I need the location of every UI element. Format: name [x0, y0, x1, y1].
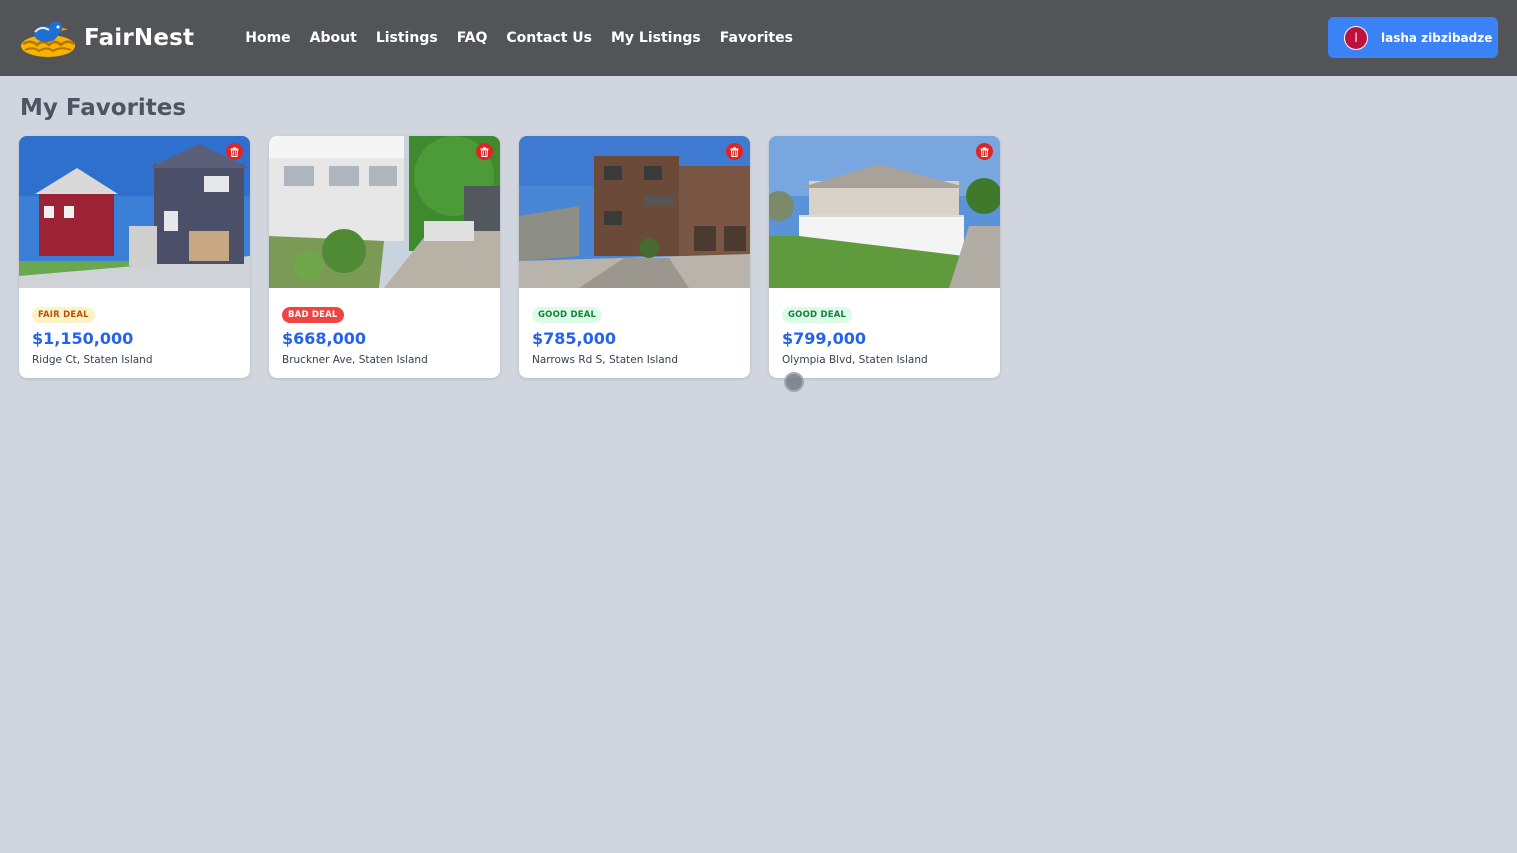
listing-photo: [519, 136, 750, 288]
nav-links: Home About Listings FAQ Contact Us My Li…: [245, 30, 812, 46]
listing-price: $799,000: [782, 329, 867, 348]
top-navbar: FairNest Home About Listings FAQ Contact…: [0, 0, 1517, 76]
remove-favorite-button[interactable]: [726, 143, 743, 160]
card-body: GOOD DEAL $799,000 Olympia Blvd, Staten …: [769, 288, 1000, 366]
brand-link[interactable]: FairNest: [19, 17, 194, 59]
listing-price: $668,000: [282, 329, 367, 348]
listing-price: $1,150,000: [32, 329, 134, 348]
favorite-card[interactable]: GOOD DEAL $785,000 Narrows Rd S, Staten …: [519, 136, 750, 378]
listing-address: Bruckner Ave, Staten Island: [282, 354, 428, 366]
trash-icon: [480, 146, 489, 157]
remove-favorite-button[interactable]: [976, 143, 993, 160]
brand-name: FairNest: [84, 25, 195, 51]
user-menu-button[interactable]: l lasha zibzibadze: [1328, 17, 1498, 58]
listing-address: Olympia Blvd, Staten Island: [782, 354, 928, 366]
nav-home[interactable]: Home: [245, 30, 290, 46]
listing-photo: [769, 136, 1000, 288]
trash-icon: [730, 146, 739, 157]
listing-price: $785,000: [532, 329, 617, 348]
nav-about[interactable]: About: [310, 30, 357, 46]
nav-faq[interactable]: FAQ: [457, 30, 488, 46]
listing-photo: [19, 136, 250, 288]
card-body: FAIR DEAL $1,150,000 Ridge Ct, Staten Is…: [19, 288, 250, 366]
user-name: lasha zibzibadze: [1381, 30, 1493, 45]
deal-badge: GOOD DEAL: [532, 307, 603, 323]
favorite-card[interactable]: BAD DEAL $668,000 Bruckner Ave, Staten I…: [269, 136, 500, 378]
listing-address: Narrows Rd S, Staten Island: [532, 354, 678, 366]
nav-listings[interactable]: Listings: [376, 30, 438, 46]
deal-badge: GOOD DEAL: [782, 307, 853, 323]
remove-favorite-button[interactable]: [226, 143, 243, 160]
card-body: BAD DEAL $668,000 Bruckner Ave, Staten I…: [269, 288, 500, 366]
nav-my-listings[interactable]: My Listings: [611, 30, 701, 46]
favorite-card[interactable]: GOOD DEAL $799,000 Olympia Blvd, Staten …: [769, 136, 1000, 378]
trash-icon: [230, 146, 239, 157]
trash-icon: [980, 146, 989, 157]
remove-favorite-button[interactable]: [476, 143, 493, 160]
deal-badge: FAIR DEAL: [32, 307, 95, 323]
page-title: My Favorites: [20, 95, 187, 121]
favorites-grid: FAIR DEAL $1,150,000 Ridge Ct, Staten Is…: [19, 136, 1000, 378]
favorite-card[interactable]: FAIR DEAL $1,150,000 Ridge Ct, Staten Is…: [19, 136, 250, 378]
avatar: l: [1344, 25, 1368, 50]
nav-contact-us[interactable]: Contact Us: [506, 30, 592, 46]
mouse-cursor-icon: [784, 372, 804, 392]
listing-address: Ridge Ct, Staten Island: [32, 354, 153, 366]
listing-photo: [269, 136, 500, 288]
nav-favorites[interactable]: Favorites: [720, 30, 793, 46]
card-body: GOOD DEAL $785,000 Narrows Rd S, Staten …: [519, 288, 750, 366]
deal-badge: BAD DEAL: [282, 307, 344, 323]
nest-logo-icon: [21, 21, 75, 57]
